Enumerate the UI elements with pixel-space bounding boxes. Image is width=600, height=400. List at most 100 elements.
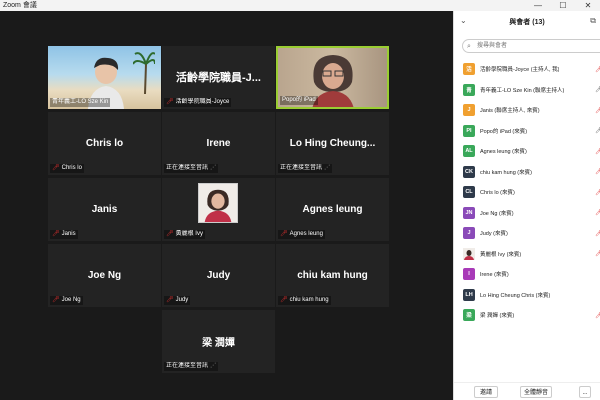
tile-label: 正在連接至音訊 ⋰ <box>164 362 219 371</box>
muted-mic-icon[interactable]: 🎤︎ <box>595 230 600 237</box>
tile-label: 🎤︎ Chris lo <box>50 164 84 173</box>
video-tile[interactable]: Joe Ng 🎤︎ Joe Ng <box>48 244 161 307</box>
video-tile[interactable]: Chris lo 🎤︎ Chris lo <box>48 112 161 175</box>
participant-row[interactable]: CL Chris lo (來賓) 🎤︎ <box>454 182 600 203</box>
mic-on-icon[interactable]: 🎤︎ <box>595 127 600 134</box>
panel-title: 與會者 (13) <box>509 19 545 26</box>
participant-name: Agnes leung (來賓) <box>480 149 527 156</box>
tile-name: Lo Hing Cheung... <box>289 137 376 149</box>
participant-name: 活齡學院職員-Joyce (主持人, 我) <box>480 67 560 74</box>
participant-row[interactable]: AL Agnes leung (來賓) 🎤︎ <box>454 141 600 162</box>
avatar: I <box>463 268 475 281</box>
video-tile[interactable]: chiu kam hung 🎤︎ chiu kam hung <box>276 244 389 307</box>
panel-header: ⌄ 與會者 (13) ⧉ <box>454 11 600 33</box>
muted-mic-icon[interactable]: 🎤︎ <box>595 189 600 196</box>
participant-name: chiu kam hung (來賓) <box>480 169 532 176</box>
muted-mic-icon[interactable]: 🎤︎ <box>595 168 600 175</box>
tile-name: Chris lo <box>85 137 124 149</box>
avatar <box>463 247 475 260</box>
participant-list: 活活齡學院職員-Joyce (主持人, 我) 🎤︎ 青青年義工-LO Sze Kin… <box>454 59 600 326</box>
muted-mic-icon: 🎤︎ <box>52 165 60 171</box>
tile-label: 🎤︎ 黃麗根 Ivy <box>164 230 205 239</box>
tile-label: 正在連接至音訊 ⋰ <box>164 164 219 173</box>
tile-name: chiu kam hung <box>297 269 368 281</box>
video-tile[interactable]: 青年義工-LO Sze Kin <box>48 46 161 109</box>
more-options-button[interactable]: ... <box>579 386 591 398</box>
avatar: 活 <box>463 63 475 76</box>
participant-row[interactable]: J Janis (聯席主持人, 來賓) 🎤︎ <box>454 100 600 121</box>
minimize-button[interactable]: — <box>526 0 550 11</box>
tile-name: Janis <box>91 203 118 215</box>
participant-name: 青年義工-LO Sze Kin (聯席主持人) <box>480 87 565 94</box>
participant-row[interactable]: I Irene (來賓) <box>454 264 600 285</box>
muted-mic-icon: 🎤︎ <box>166 231 174 237</box>
tile-name: Judy <box>206 269 231 281</box>
search-placeholder: 搜尋與會者 <box>477 43 508 49</box>
connecting-spinner-icon: ⋰ <box>324 165 331 171</box>
participant-name: 黃麗根 Ivy (來賓) <box>480 251 522 258</box>
avatar: CL <box>463 186 475 199</box>
mute-all-button[interactable]: 全體靜音 <box>520 386 552 398</box>
maximize-button[interactable]: ☐ <box>551 0 575 11</box>
muted-mic-icon[interactable]: 🎤︎ <box>595 312 600 319</box>
title-bar: Zoom 會議 — ☐ ✕ <box>0 0 600 11</box>
search-participants-input[interactable]: ⌕ 搜尋與會者 <box>462 39 600 53</box>
participant-name: Chris lo (來賓) <box>480 190 515 197</box>
participant-row[interactable]: 活活齡學院職員-Joyce (主持人, 我) 🎤︎ <box>454 59 600 80</box>
muted-mic-icon[interactable]: 🎤︎ <box>595 66 600 73</box>
participant-row[interactable]: 黃麗根 Ivy (來賓) 🎤︎ <box>454 244 600 265</box>
avatar: LH <box>463 288 475 301</box>
avatar: JN <box>463 206 475 219</box>
connecting-spinner-icon: ⋰ <box>210 363 217 369</box>
muted-mic-icon: 🎤︎ <box>280 231 288 237</box>
pop-out-icon[interactable]: ⧉ <box>590 16 596 26</box>
video-tile[interactable]: Irene 正在連接至音訊 ⋰ <box>162 112 275 175</box>
avatar: J <box>463 104 475 117</box>
participant-name: Lo Hing Cheung Chris (來賓) <box>480 292 551 299</box>
avatar: CK <box>463 165 475 178</box>
video-tile[interactable]: 活齡學院職員-J... 🎤︎ 活齡學院職員-Joyce <box>162 46 275 109</box>
mic-on-icon[interactable]: 🎤︎ <box>595 86 600 93</box>
connecting-spinner-icon: ⋰ <box>210 165 217 171</box>
participant-name: 梁 潤嬋 (來賓) <box>480 313 515 320</box>
participant-row[interactable]: 青青年義工-LO Sze Kin (聯席主持人) 🎤︎ <box>454 80 600 101</box>
video-tile[interactable]: 🎤︎ 黃麗根 Ivy <box>162 178 275 241</box>
tile-name: Irene <box>206 137 231 149</box>
muted-mic-icon[interactable]: 🎤︎ <box>595 250 600 257</box>
participant-row[interactable]: 梁梁 潤嬋 (來賓) 🎤︎ <box>454 305 600 326</box>
muted-mic-icon[interactable]: 🎤︎ <box>595 107 600 114</box>
participants-panel: ⌄ 與會者 (13) ⧉ ⌕ 搜尋與會者 活活齡學院職員-Joyce (主持人,… <box>453 11 600 400</box>
participant-row[interactable]: J Judy (來賓) 🎤︎ <box>454 223 600 244</box>
palm-tree-icon <box>133 52 155 94</box>
video-tile[interactable]: Lo Hing Cheung... 正在連接至音訊 ⋰ <box>276 112 389 175</box>
video-tile[interactable]: Janis 🎤︎ Janis <box>48 178 161 241</box>
tile-name: 活齡學院職員-J... <box>176 71 261 84</box>
close-button[interactable]: ✕ <box>576 0 600 11</box>
muted-mic-icon: 🎤︎ <box>52 297 60 303</box>
video-tile-active-speaker[interactable]: Popo的 iPad <box>276 46 389 109</box>
participant-name: Irene (來賓) <box>480 272 509 279</box>
video-tile[interactable]: 梁 潤嬋 正在連接至音訊 ⋰ <box>162 310 275 373</box>
avatar: PI <box>463 124 475 137</box>
search-icon: ⌕ <box>467 43 471 50</box>
muted-mic-icon[interactable]: 🎤︎ <box>595 209 600 216</box>
tile-name: 梁 潤嬋 <box>202 337 235 349</box>
muted-mic-icon[interactable]: 🎤︎ <box>595 148 600 155</box>
participant-name: Judy (來賓) <box>480 231 508 238</box>
invite-button[interactable]: 邀請 <box>474 386 498 398</box>
participant-row[interactable]: LH Lo Hing Cheung Chris (來賓) <box>454 285 600 306</box>
video-tile[interactable]: Agnes leung 🎤︎ Agnes leung <box>276 178 389 241</box>
tile-name: Joe Ng <box>87 269 122 281</box>
participant-row[interactable]: JN Joe Ng (來賓) 🎤︎ <box>454 203 600 224</box>
muted-mic-icon: 🎤︎ <box>280 297 288 303</box>
participant-name: Joe Ng (來賓) <box>480 210 514 217</box>
participant-row[interactable]: CK chiu kam hung (來賓) 🎤︎ <box>454 162 600 183</box>
tile-label: 🎤︎ Agnes leung <box>278 230 325 239</box>
muted-mic-icon: 🎤︎ <box>52 231 60 237</box>
participant-row[interactable]: PI Popo的 iPad (來賓) 🎤︎ <box>454 121 600 142</box>
video-tile[interactable]: Judy 🎤︎ Judy <box>162 244 275 307</box>
avatar: J <box>463 227 475 240</box>
panel-footer: 邀請 全體靜音 ... <box>454 382 600 400</box>
participant-photo-icon <box>463 247 475 260</box>
participant-name: Janis (聯席主持人, 來賓) <box>480 108 540 115</box>
